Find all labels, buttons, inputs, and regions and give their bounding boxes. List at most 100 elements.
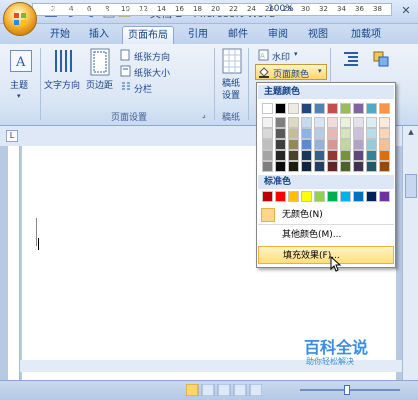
text-direction-button[interactable]: 文字方向: [44, 78, 80, 91]
theme-color-swatch[interactable]: [340, 103, 351, 114]
theme-color-swatch[interactable]: [288, 103, 299, 114]
theme-shade-swatch[interactable]: [301, 161, 312, 172]
standard-color-swatch[interactable]: [275, 191, 286, 202]
theme-shade-swatch[interactable]: [353, 161, 364, 172]
close-button[interactable]: ✕: [396, 3, 416, 19]
tab-insert[interactable]: 插入: [82, 26, 116, 44]
theme-shade-swatch[interactable]: [262, 117, 273, 128]
theme-shade-swatch[interactable]: [327, 139, 338, 150]
standard-color-swatch[interactable]: [340, 191, 351, 202]
theme-shade-swatch[interactable]: [353, 117, 364, 128]
theme-color-swatch[interactable]: [327, 103, 338, 114]
view-buttons-icon[interactable]: [186, 384, 262, 396]
theme-shade-swatch[interactable]: [288, 117, 299, 128]
theme-shade-swatch[interactable]: [379, 139, 390, 150]
columns-button[interactable]: 分栏: [134, 82, 152, 95]
theme-shade-swatch[interactable]: [275, 139, 286, 150]
standard-color-swatch[interactable]: [353, 191, 364, 202]
theme-shade-swatch[interactable]: [379, 128, 390, 139]
theme-shade-swatch[interactable]: [314, 150, 325, 161]
scroll-up-icon[interactable]: ▲: [405, 128, 417, 140]
theme-shade-swatch[interactable]: [379, 117, 390, 128]
theme-color-swatch[interactable]: [301, 103, 312, 114]
theme-shade-swatch[interactable]: [262, 150, 273, 161]
theme-color-swatch[interactable]: [262, 103, 273, 114]
theme-shade-swatch[interactable]: [327, 161, 338, 172]
theme-shade-swatch[interactable]: [366, 117, 377, 128]
theme-shade-swatch[interactable]: [301, 128, 312, 139]
tab-mailings[interactable]: 邮件: [222, 26, 254, 44]
office-button[interactable]: [3, 2, 37, 36]
theme-shade-swatch[interactable]: [314, 117, 325, 128]
theme-shade-swatch[interactable]: [262, 161, 273, 172]
theme-shade-swatch[interactable]: [301, 150, 312, 161]
manuscript-button[interactable]: 稿纸设置: [222, 78, 242, 102]
watermark-dropdown-icon[interactable]: ▾: [294, 50, 298, 58]
theme-shade-swatch[interactable]: [275, 161, 286, 172]
theme-shade-swatch[interactable]: [314, 161, 325, 172]
watermark-button[interactable]: 水印: [272, 50, 290, 63]
arrange-icon[interactable]: [372, 50, 390, 68]
theme-shade-swatch[interactable]: [366, 150, 377, 161]
theme-color-swatch[interactable]: [366, 103, 377, 114]
standard-color-swatch[interactable]: [366, 191, 377, 202]
theme-shade-swatch[interactable]: [340, 139, 351, 150]
theme-shade-swatch[interactable]: [301, 139, 312, 150]
zoom-level[interactable]: 100%: [268, 4, 294, 14]
theme-shade-swatch[interactable]: [327, 128, 338, 139]
theme-shade-swatch[interactable]: [262, 128, 273, 139]
orientation-button[interactable]: 纸张方向: [134, 50, 170, 63]
theme-shade-swatch[interactable]: [314, 128, 325, 139]
theme-color-swatch[interactable]: [275, 103, 286, 114]
tab-review[interactable]: 审阅: [262, 26, 294, 44]
vertical-scrollbar[interactable]: ▲: [402, 126, 418, 380]
standard-color-swatch[interactable]: [288, 191, 299, 202]
theme-shade-swatch[interactable]: [275, 117, 286, 128]
tab-view[interactable]: 视图: [302, 26, 334, 44]
standard-color-swatch[interactable]: [262, 191, 273, 202]
scroll-thumb[interactable]: [405, 174, 417, 198]
tab-references[interactable]: 引用: [182, 26, 214, 44]
theme-shade-swatch[interactable]: [366, 128, 377, 139]
theme-shade-swatch[interactable]: [288, 161, 299, 172]
zoom-slider[interactable]: [300, 389, 400, 391]
theme-shade-swatch[interactable]: [366, 161, 377, 172]
tab-home[interactable]: 开始: [40, 26, 80, 44]
fill-effects-item[interactable]: 填充效果(F)...: [258, 246, 394, 264]
theme-color-swatch[interactable]: [314, 103, 325, 114]
theme-shade-swatch[interactable]: [275, 128, 286, 139]
theme-shade-swatch[interactable]: [262, 139, 273, 150]
zoom-slider-thumb[interactable]: [344, 385, 350, 395]
page-color-button[interactable]: 页面颜色 ▾: [255, 64, 327, 80]
theme-shade-swatch[interactable]: [327, 150, 338, 161]
themes-button[interactable]: 主题: [10, 78, 28, 91]
theme-shade-swatch[interactable]: [301, 117, 312, 128]
theme-shade-swatch[interactable]: [314, 139, 325, 150]
more-colors-item[interactable]: 其他颜色(M)...: [258, 226, 394, 244]
margins-button[interactable]: 页边距: [86, 78, 113, 91]
theme-shade-swatch[interactable]: [379, 150, 390, 161]
theme-shade-swatch[interactable]: [327, 117, 338, 128]
theme-shade-swatch[interactable]: [353, 139, 364, 150]
tab-add-ins[interactable]: 加载项: [344, 26, 388, 44]
standard-color-swatch[interactable]: [379, 191, 390, 202]
themes-dropdown-icon[interactable]: ▾: [17, 92, 21, 100]
theme-shade-swatch[interactable]: [288, 128, 299, 139]
theme-shade-swatch[interactable]: [340, 150, 351, 161]
theme-shade-swatch[interactable]: [340, 117, 351, 128]
theme-shade-swatch[interactable]: [288, 139, 299, 150]
theme-shade-swatch[interactable]: [353, 150, 364, 161]
size-button[interactable]: 纸张大小: [134, 66, 170, 79]
theme-shade-swatch[interactable]: [275, 150, 286, 161]
standard-color-swatch[interactable]: [301, 191, 312, 202]
theme-shade-swatch[interactable]: [379, 161, 390, 172]
no-color-item[interactable]: 无颜色(N): [258, 206, 394, 224]
tab-page-layout[interactable]: 页面布局: [122, 26, 174, 44]
theme-shade-swatch[interactable]: [353, 128, 364, 139]
theme-shade-swatch[interactable]: [340, 128, 351, 139]
standard-color-swatch[interactable]: [327, 191, 338, 202]
standard-color-swatch[interactable]: [314, 191, 325, 202]
theme-shade-swatch[interactable]: [340, 161, 351, 172]
theme-color-swatch[interactable]: [353, 103, 364, 114]
page-setup-launcher-icon[interactable]: ⌟: [202, 110, 206, 119]
